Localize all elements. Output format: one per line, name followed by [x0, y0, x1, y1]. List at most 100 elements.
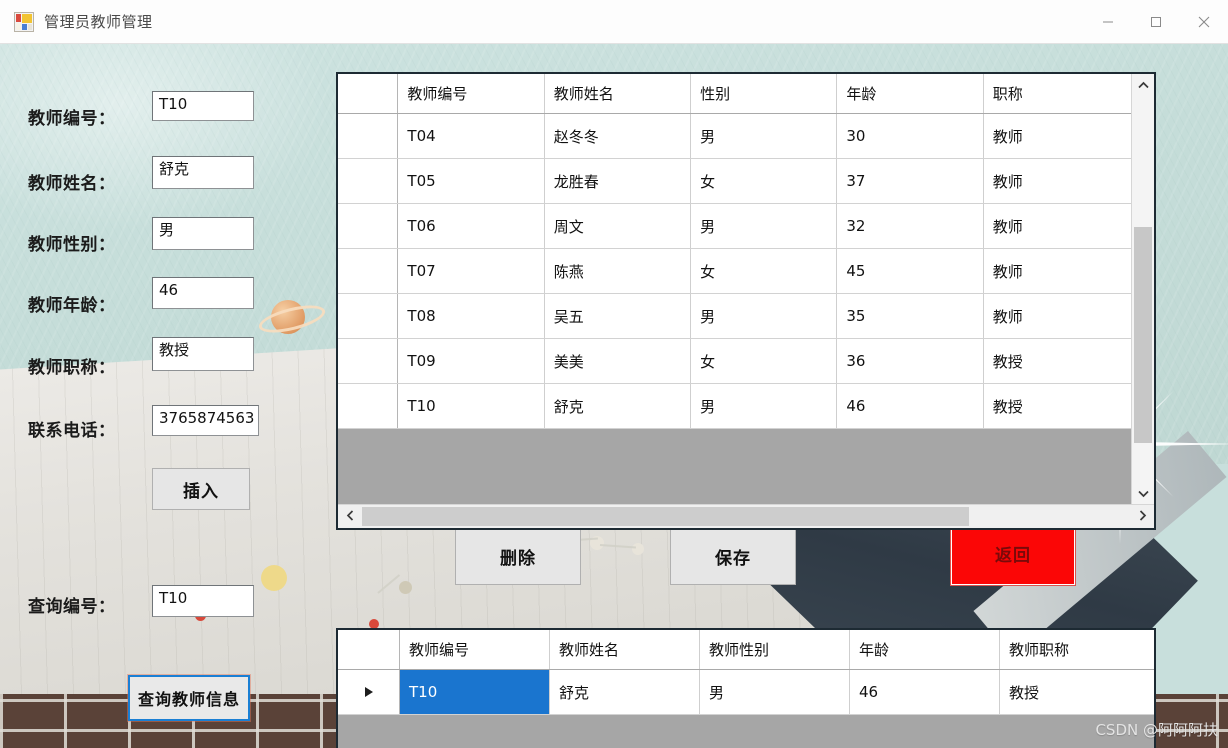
result-header-age[interactable]: 年龄 — [850, 630, 1000, 669]
scroll-up-icon[interactable] — [1132, 74, 1154, 96]
table-row[interactable]: T04 赵冬冬 男 30 教师 — [338, 114, 1131, 159]
row-marker-cell[interactable] — [338, 384, 399, 428]
cell-name[interactable]: 龙胜春 — [545, 159, 692, 203]
cell-name[interactable]: 周文 — [545, 204, 692, 248]
cell-age[interactable]: 37 — [837, 159, 984, 203]
cell-id[interactable]: T10 — [398, 384, 545, 428]
row-marker-cell[interactable] — [338, 204, 399, 248]
input-teacher-id[interactable]: T10 — [152, 91, 254, 121]
table-row[interactable]: T05 龙胜春 女 37 教师 — [338, 159, 1131, 204]
input-teacher-name[interactable]: 舒克 — [152, 156, 254, 189]
result-cell-gender[interactable]: 男 — [700, 670, 850, 714]
delete-button[interactable]: 删除 — [455, 528, 581, 585]
vertical-scroll-track[interactable] — [1132, 96, 1154, 482]
cell-age[interactable]: 35 — [837, 294, 984, 338]
scroll-down-icon[interactable] — [1132, 482, 1154, 504]
row-marker-cell[interactable] — [338, 159, 399, 203]
input-teacher-gender[interactable]: 男 — [152, 217, 254, 250]
scroll-right-icon[interactable] — [1130, 509, 1154, 524]
cell-id[interactable]: T07 — [398, 249, 545, 293]
result-header-row: 教师编号 教师姓名 教师性别 年龄 教师职称 — [338, 630, 1154, 670]
query-teacher-button[interactable]: 查询教师信息 — [128, 675, 250, 721]
row-marker-cell[interactable] — [338, 339, 399, 383]
result-cell-name[interactable]: 舒克 — [550, 670, 700, 714]
result-header-name[interactable]: 教师姓名 — [550, 630, 700, 669]
cell-id[interactable]: T06 — [398, 204, 545, 248]
result-header-id[interactable]: 教师编号 — [400, 630, 550, 669]
cell-gender[interactable]: 男 — [691, 384, 838, 428]
grid-header-title[interactable]: 职称 — [984, 74, 1131, 113]
label-teacher-gender: 教师性别： — [28, 235, 116, 255]
cell-title[interactable]: 教师 — [984, 159, 1131, 203]
scroll-left-icon[interactable] — [338, 509, 362, 524]
cell-id[interactable]: T08 — [398, 294, 545, 338]
grid-header-gender[interactable]: 性别 — [691, 74, 838, 113]
result-header-title[interactable]: 教师职称 — [1000, 630, 1151, 669]
input-query-id[interactable]: T10 — [152, 585, 254, 617]
row-marker-cell[interactable] — [338, 249, 399, 293]
horizontal-scroll-thumb[interactable] — [362, 507, 969, 526]
maximize-button[interactable] — [1132, 0, 1180, 44]
cell-gender[interactable]: 女 — [691, 159, 838, 203]
current-row-arrow-icon — [364, 687, 373, 697]
cell-age[interactable]: 46 — [837, 384, 984, 428]
table-row[interactable]: T10 舒克 男 46 教授 — [338, 670, 1154, 715]
table-row[interactable]: T10 舒克 男 46 教授 — [338, 384, 1131, 429]
cell-gender[interactable]: 男 — [691, 204, 838, 248]
input-teacher-age[interactable]: 46 — [152, 277, 254, 309]
grid-horizontal-scrollbar[interactable] — [338, 504, 1154, 528]
grid-header-age[interactable]: 年龄 — [837, 74, 984, 113]
table-row[interactable]: T06 周文 男 32 教师 — [338, 204, 1131, 249]
cell-gender[interactable]: 男 — [691, 294, 838, 338]
close-button[interactable] — [1180, 0, 1228, 44]
cell-title[interactable]: 教师 — [984, 294, 1131, 338]
back-button[interactable]: 返回 — [951, 522, 1075, 585]
table-row[interactable]: T07 陈燕 女 45 教师 — [338, 249, 1131, 294]
grid-header-name[interactable]: 教师姓名 — [545, 74, 692, 113]
grid-header-id[interactable]: 教师编号 — [398, 74, 545, 113]
cell-age[interactable]: 32 — [837, 204, 984, 248]
minimize-icon — [1103, 21, 1113, 22]
cell-gender[interactable]: 男 — [691, 114, 838, 158]
query-result-grid[interactable]: 教师编号 教师姓名 教师性别 年龄 教师职称 T10 舒克 男 46 教授 — [336, 628, 1156, 748]
input-teacher-phone[interactable]: 3765874563 — [152, 405, 259, 436]
row-marker-cell[interactable] — [338, 114, 399, 158]
cell-name[interactable]: 陈燕 — [545, 249, 692, 293]
csdn-watermark: CSDN @阿阿阿扶 — [1095, 721, 1218, 739]
cell-name[interactable]: 美美 — [545, 339, 692, 383]
cell-title[interactable]: 教师 — [984, 204, 1131, 248]
input-teacher-title[interactable]: 教授 — [152, 337, 254, 371]
cell-title[interactable]: 教授 — [984, 384, 1131, 428]
cell-name[interactable]: 赵冬冬 — [545, 114, 692, 158]
result-cell-id[interactable]: T10 — [400, 670, 550, 714]
cell-id[interactable]: T09 — [398, 339, 545, 383]
table-row[interactable]: T08 吴五 男 35 教师 — [338, 294, 1131, 339]
windows-forms-icon — [14, 11, 34, 32]
row-marker-cell[interactable] — [338, 670, 400, 714]
vertical-scroll-thumb[interactable] — [1134, 227, 1152, 444]
grid-vertical-scrollbar[interactable] — [1131, 74, 1154, 504]
cell-id[interactable]: T04 — [398, 114, 545, 158]
cell-title[interactable]: 教师 — [984, 114, 1131, 158]
horizontal-scroll-track[interactable] — [362, 505, 1130, 528]
cell-id[interactable]: T05 — [398, 159, 545, 203]
cell-age[interactable]: 45 — [837, 249, 984, 293]
insert-button[interactable]: 插入 — [152, 468, 250, 510]
cell-name[interactable]: 舒克 — [545, 384, 692, 428]
result-header-gender[interactable]: 教师性别 — [700, 630, 850, 669]
save-button[interactable]: 保存 — [670, 528, 796, 585]
cell-gender[interactable]: 女 — [691, 339, 838, 383]
cell-gender[interactable]: 女 — [691, 249, 838, 293]
application-window: 管理员教师管理 教师编号： T10 教师姓名： 舒克 教师性别： 男 教师年龄：… — [0, 0, 1228, 748]
teacher-data-grid[interactable]: 教师编号 教师姓名 性别 年龄 职称 T04 赵冬冬 男 30 教师 T05 龙… — [336, 72, 1156, 530]
result-cell-age[interactable]: 46 — [850, 670, 1000, 714]
result-cell-title[interactable]: 教授 — [1000, 670, 1151, 714]
cell-age[interactable]: 30 — [837, 114, 984, 158]
cell-title[interactable]: 教师 — [984, 249, 1131, 293]
cell-name[interactable]: 吴五 — [545, 294, 692, 338]
row-marker-cell[interactable] — [338, 294, 399, 338]
table-row[interactable]: T09 美美 女 36 教授 — [338, 339, 1131, 384]
cell-age[interactable]: 36 — [837, 339, 984, 383]
cell-title[interactable]: 教授 — [984, 339, 1131, 383]
minimize-button[interactable] — [1084, 0, 1132, 44]
